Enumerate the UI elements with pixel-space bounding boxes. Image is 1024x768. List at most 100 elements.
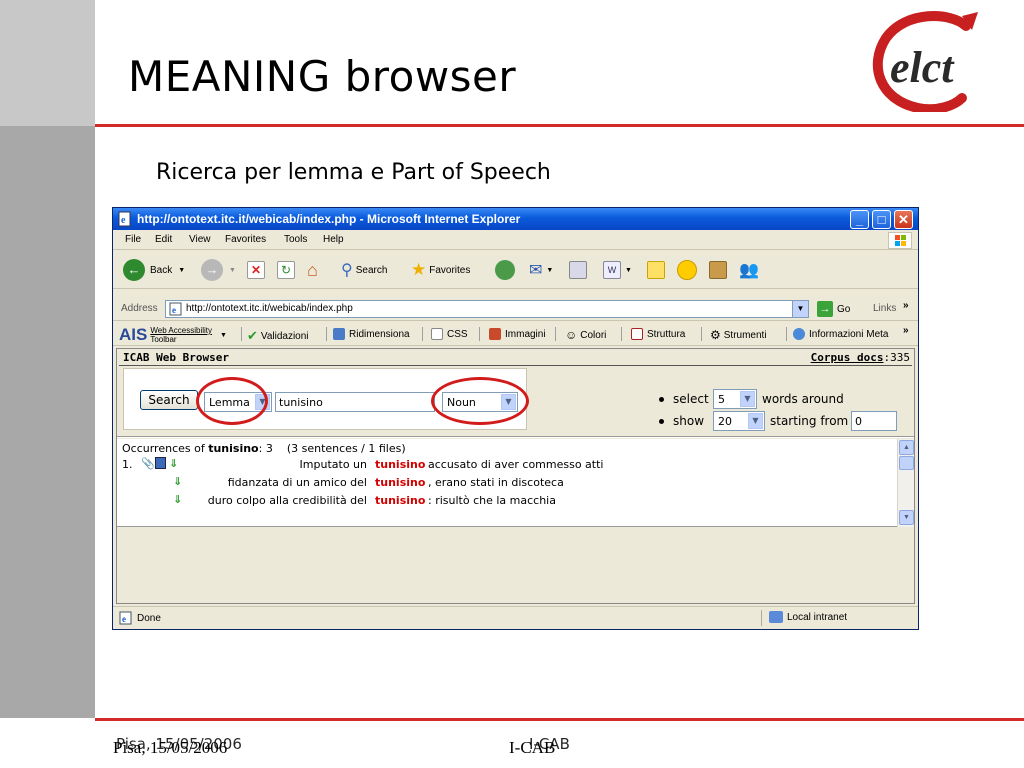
title-divider (95, 124, 1024, 127)
ais-brand[interactable]: AIS Web Accessibility Toolbar ▼ (119, 325, 227, 345)
menu-view[interactable]: View (189, 234, 211, 245)
contacts-button[interactable]: 👥 (739, 259, 759, 281)
ais-immagini[interactable]: Immagini (489, 328, 546, 340)
mail-button[interactable]: ✉ ▼ (529, 259, 553, 281)
highlight-oval-noun (431, 377, 529, 425)
research-button[interactable] (709, 259, 727, 281)
maximize-button[interactable]: □ (872, 210, 891, 229)
stop-button[interactable]: ✕ (247, 259, 265, 281)
ais-strumenti[interactable]: ⚙ Strumenti (710, 328, 767, 342)
note-icon (647, 261, 665, 279)
ais-css[interactable]: CSS (431, 328, 468, 340)
search-form: Search Lemma ▼ tunisino Noun ▼ (123, 368, 529, 430)
word-icon: W (603, 261, 621, 279)
close-button[interactable]: ✕ (894, 210, 913, 229)
chevron-more-icon[interactable]: » (903, 325, 909, 336)
tools-icon: ⚙ (710, 328, 721, 342)
ie-window: e http://ontotext.itc.it/webicab/index.p… (112, 207, 919, 630)
svg-text:e: e (121, 215, 126, 226)
slide-sidebar-bottom (0, 126, 95, 718)
ais-informazioni-meta[interactable]: Informazioni Meta (793, 328, 888, 340)
ie-page-icon: e (169, 302, 182, 316)
links-button[interactable]: Links (873, 303, 896, 314)
search-button[interactable]: Search (140, 390, 198, 410)
print-button[interactable] (569, 259, 587, 281)
occurrences-scrollbar[interactable]: ▲ ▼ (897, 439, 914, 527)
people-icon: 👥 (739, 262, 759, 279)
address-bar: Address e http://ontotext.itc.it/webicab… (113, 297, 918, 321)
page-content: ICAB Web Browser Corpus docs:335 Search … (116, 348, 915, 604)
menu-file[interactable]: File (125, 234, 141, 245)
structure-icon (631, 328, 643, 340)
list-item: 1. 📎 ⇓ Imputato un tunisino accusato di … (122, 457, 604, 471)
favorites-button[interactable]: ★ Favorites (411, 259, 470, 281)
address-input[interactable]: e http://ontotext.itc.it/webicab/index.p… (165, 300, 809, 318)
chevron-down-icon[interactable]: ▼ (792, 301, 808, 317)
expand-arrow-icon[interactable]: ⇓ (173, 475, 184, 488)
separator (241, 327, 242, 341)
header-divider (119, 365, 912, 366)
list-item: ⇓ fidanzata di un amico del tunisino , e… (173, 475, 564, 489)
title-bar[interactable]: e http://ontotext.itc.it/webicab/index.p… (113, 208, 918, 230)
ais-toolbar: AIS Web Accessibility Toolbar ▼ ✔ Valida… (113, 322, 918, 346)
edit-button[interactable]: W ▼ (603, 259, 632, 281)
bullet (659, 397, 664, 402)
words-around-label: words around (762, 392, 844, 406)
address-label: Address (121, 303, 158, 314)
menu-help[interactable]: Help (323, 234, 344, 245)
messenger-button[interactable] (677, 259, 697, 281)
refresh-button[interactable]: ↻ (277, 259, 295, 281)
menu-edit[interactable]: Edit (155, 234, 172, 245)
go-button[interactable]: → Go (817, 301, 850, 317)
concordance-list: 1. 📎 ⇓ Imputato un tunisino accusato di … (121, 456, 630, 509)
query-input[interactable]: tunisino (275, 392, 435, 412)
scroll-up-icon[interactable]: ▲ (899, 440, 914, 455)
history-button[interactable] (495, 259, 515, 281)
document-icon[interactable] (155, 457, 166, 469)
starting-from-label: starting from (770, 414, 849, 428)
smiley-icon (677, 260, 697, 280)
chevron-more-icon[interactable]: » (903, 300, 909, 311)
scroll-thumb[interactable] (899, 456, 914, 470)
forward-button[interactable]: → ▼ (201, 259, 236, 281)
show-count[interactable]: 20 ▼ (713, 411, 765, 431)
svg-text:e: e (122, 614, 126, 624)
status-text: Done (137, 612, 161, 624)
slide-title: MEANING browser (128, 52, 517, 101)
image-icon (489, 328, 501, 340)
expand-arrow-icon[interactable]: ⇓ (169, 457, 180, 470)
ais-validazioni[interactable]: ✔ Validazioni (247, 328, 309, 344)
svg-text:e: e (172, 305, 176, 315)
search-icon: ⚲ (341, 262, 353, 279)
separator (326, 327, 327, 341)
paperclip-icon[interactable]: 📎 (141, 457, 155, 470)
menu-favorites[interactable]: Favorites (225, 234, 266, 245)
select-label: select (673, 392, 709, 406)
expand-arrow-icon[interactable]: ⇓ (173, 493, 184, 506)
printer-icon (569, 261, 587, 279)
ais-colori[interactable]: ☺ Colori (565, 328, 606, 342)
search-button-toolbar[interactable]: ⚲ Search (341, 259, 387, 281)
back-button[interactable]: ← Back ▼ (123, 259, 185, 281)
section-divider (117, 436, 914, 438)
windows-flag-icon (888, 232, 912, 249)
css-icon (431, 328, 443, 340)
books-icon (709, 261, 727, 279)
highlight-oval-lemma (196, 377, 268, 425)
notes-button[interactable] (647, 259, 665, 281)
footer-project-ghost: I-CAB (529, 735, 570, 753)
show-label: show (673, 414, 705, 428)
start-input[interactable]: 0 (851, 411, 897, 431)
select-count[interactable]: 5 ▼ (713, 389, 757, 409)
ais-struttura[interactable]: Struttura (631, 328, 685, 340)
minimize-button[interactable]: _ (850, 210, 869, 229)
star-icon: ★ (411, 260, 427, 279)
home-button[interactable]: ⌂ (307, 259, 318, 281)
scroll-down-icon[interactable]: ▼ (899, 510, 914, 525)
ais-ridimensiona[interactable]: Ridimensiona (333, 328, 410, 340)
mail-icon: ✉ (529, 262, 543, 279)
info-icon (793, 328, 805, 340)
separator (422, 327, 423, 341)
chevron-down-icon: ▼ (748, 413, 763, 429)
menu-tools[interactable]: Tools (284, 234, 307, 245)
